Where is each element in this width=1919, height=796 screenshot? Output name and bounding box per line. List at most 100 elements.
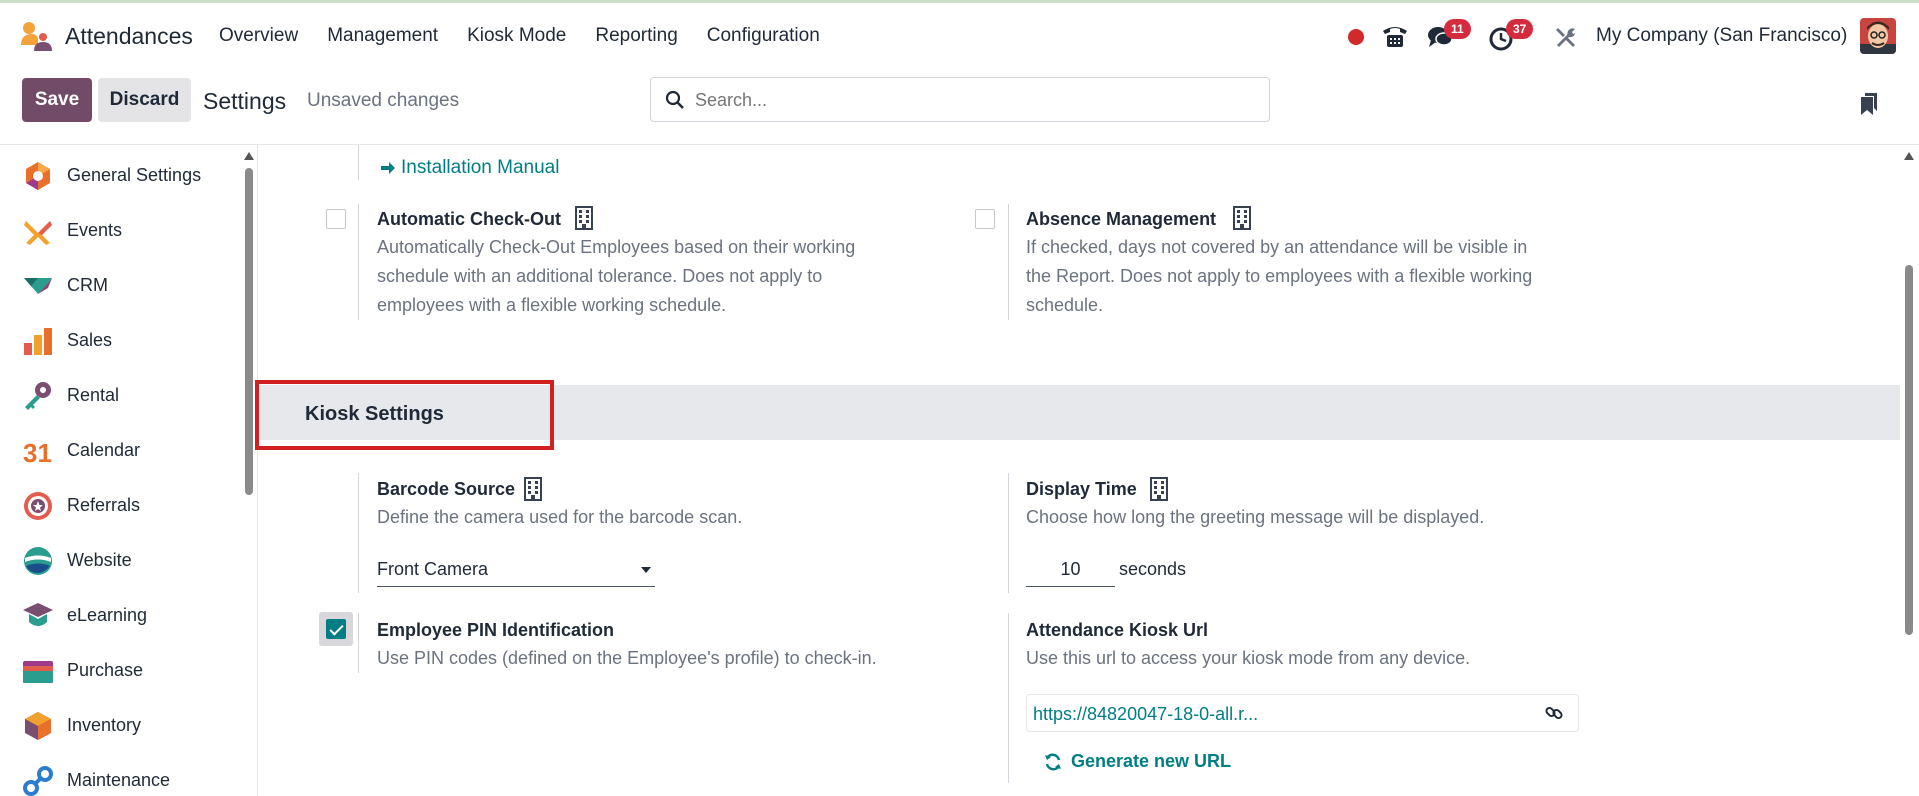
sidebar-scrollbar[interactable]	[245, 168, 253, 495]
main-scroll-up-arrow[interactable]	[1904, 152, 1914, 160]
search-input[interactable]	[695, 86, 1255, 114]
auto-checkout-checkbox[interactable]	[326, 209, 346, 229]
sidebar-item-label: Sales	[67, 330, 113, 350]
search-icon	[665, 90, 684, 109]
barcode-source-description: Define the camera used for the barcode s…	[377, 507, 743, 527]
setting-divider	[358, 613, 359, 673]
sidebar-item-maintenance[interactable]: Maintenance	[0, 753, 240, 796]
setting-divider	[358, 473, 359, 593]
page-title: Settings	[203, 88, 287, 114]
phone-icon[interactable]	[1381, 23, 1409, 49]
setting-divider	[1008, 613, 1009, 783]
display-time-input[interactable]: 10	[1026, 557, 1115, 587]
absence-management-checkbox[interactable]	[975, 209, 995, 229]
sidebar-item-general-settings[interactable]: General Settings	[0, 148, 240, 203]
menu-overview[interactable]: Overview	[219, 25, 298, 47]
inventory-icon	[25, 711, 51, 740]
setting-divider	[1008, 204, 1009, 320]
kiosk-url-title: Attendance Kiosk Url	[1026, 620, 1209, 640]
sidebar-item-label: Maintenance	[67, 770, 171, 790]
sidebar-item-label: Referrals	[67, 495, 141, 515]
installation-manual-label: Installation Manual	[401, 157, 560, 178]
generate-new-url-button[interactable]: Generate new URL	[1043, 751, 1231, 772]
caret-down-icon	[641, 567, 651, 573]
purchase-icon	[23, 660, 53, 683]
company-specific-icon	[575, 206, 593, 230]
setting-divider	[1008, 473, 1009, 593]
events-icon	[24, 220, 52, 245]
menu-management[interactable]: Management	[327, 25, 438, 47]
employee-pin-description: Use PIN codes (defined on the Employee's…	[377, 648, 877, 668]
recording-indicator-icon[interactable]	[1348, 29, 1364, 45]
barcode-source-value: Front Camera	[377, 559, 489, 579]
sidebar-item-label: Purchase	[67, 660, 144, 680]
activities-badge: 37	[1506, 19, 1534, 39]
settings-search[interactable]	[650, 77, 1270, 122]
company-specific-icon	[1233, 206, 1251, 230]
crm-icon	[24, 277, 52, 294]
save-button[interactable]: Save	[22, 78, 92, 122]
company-switcher[interactable]: My Company (San Francisco)	[1596, 25, 1847, 47]
installation-manual-link[interactable]: Installation Manual	[379, 157, 559, 179]
debug-tools-icon[interactable]	[1553, 25, 1577, 49]
barcode-source-title: Barcode Source	[377, 479, 516, 499]
display-time-description: Choose how long the greeting message wil…	[1026, 507, 1485, 527]
top-menu: Overview Management Kiosk Mode Reporting…	[219, 25, 849, 47]
generate-new-url-label: Generate new URL	[1071, 751, 1232, 771]
elearning-icon	[23, 602, 53, 626]
app-name[interactable]: Attendances	[65, 23, 193, 50]
calendar-icon: 31	[23, 438, 52, 467]
sidebar-item-label: Events	[67, 220, 123, 240]
sidebar-item-sales[interactable]: Sales	[0, 313, 240, 368]
maintenance-icon	[23, 765, 53, 796]
arrow-right-icon	[381, 162, 395, 174]
company-specific-icon	[1150, 477, 1168, 501]
sidebar-item-label: Calendar	[67, 440, 141, 460]
header-divider	[0, 144, 1919, 145]
sidebar-item-label: Website	[67, 550, 132, 570]
employee-pin-checkbox[interactable]	[326, 619, 346, 639]
sidebar-item-label: CRM	[67, 275, 108, 295]
annotation-highlight-box	[255, 380, 554, 450]
sidebar-item-calendar[interactable]: 31 Calendar	[0, 423, 240, 478]
discard-button[interactable]: Discard	[98, 78, 191, 122]
bookmarks-icon[interactable]	[1860, 92, 1878, 116]
setting-divider	[358, 204, 359, 320]
sidebar-item-rental[interactable]: Rental	[0, 368, 240, 423]
website-icon	[24, 546, 52, 575]
kiosk-url-field[interactable]: https://84820047-18-0-all.r...	[1026, 694, 1579, 732]
sidebar-item-label: eLearning	[67, 605, 148, 625]
barcode-source-select[interactable]: Front Camera	[377, 557, 655, 587]
sidebar-item-purchase[interactable]: Purchase	[0, 643, 240, 698]
employee-pin-title: Employee PIN Identification	[377, 620, 615, 640]
sidebar-item-label: Rental	[67, 385, 120, 405]
main-scrollbar[interactable]	[1905, 265, 1913, 635]
sidebar-scroll-up-arrow[interactable]	[244, 152, 254, 160]
kiosk-url-description: Use this url to access your kiosk mode f…	[1026, 648, 1471, 668]
sidebar-item-label: General Settings	[67, 165, 202, 185]
settings-sidebar: General Settings Events CRM Sales Rental	[0, 145, 258, 796]
menu-configuration[interactable]: Configuration	[707, 25, 820, 47]
messages-badge: 11	[1444, 19, 1471, 39]
sidebar-item-referrals[interactable]: Referrals	[0, 478, 240, 533]
display-time-unit: seconds	[1119, 559, 1187, 579]
referrals-icon	[24, 491, 52, 520]
link-icon[interactable]	[1544, 703, 1564, 723]
unsaved-status: Unsaved changes	[307, 90, 460, 111]
auto-checkout-title: Automatic Check-Out	[377, 209, 562, 229]
sidebar-item-elearning[interactable]: eLearning	[0, 588, 240, 643]
absence-management-description: If checked, days not covered by an atten…	[1026, 237, 1533, 315]
sidebar-item-inventory[interactable]: Inventory	[0, 698, 240, 753]
menu-kiosk-mode[interactable]: Kiosk Mode	[467, 25, 566, 47]
sales-icon	[24, 327, 52, 355]
auto-checkout-description: Automatically Check-Out Employees based …	[377, 237, 856, 315]
company-specific-icon	[524, 477, 542, 501]
user-avatar[interactable]	[1860, 18, 1896, 54]
general-settings-icon	[26, 161, 50, 190]
menu-reporting[interactable]: Reporting	[595, 25, 677, 47]
sidebar-item-crm[interactable]: CRM	[0, 258, 240, 313]
kiosk-url-value[interactable]: https://84820047-18-0-all.r...	[1033, 704, 1258, 725]
attendances-app-icon[interactable]	[20, 21, 52, 51]
sidebar-item-website[interactable]: Website	[0, 533, 240, 588]
sidebar-item-events[interactable]: Events	[0, 203, 240, 258]
